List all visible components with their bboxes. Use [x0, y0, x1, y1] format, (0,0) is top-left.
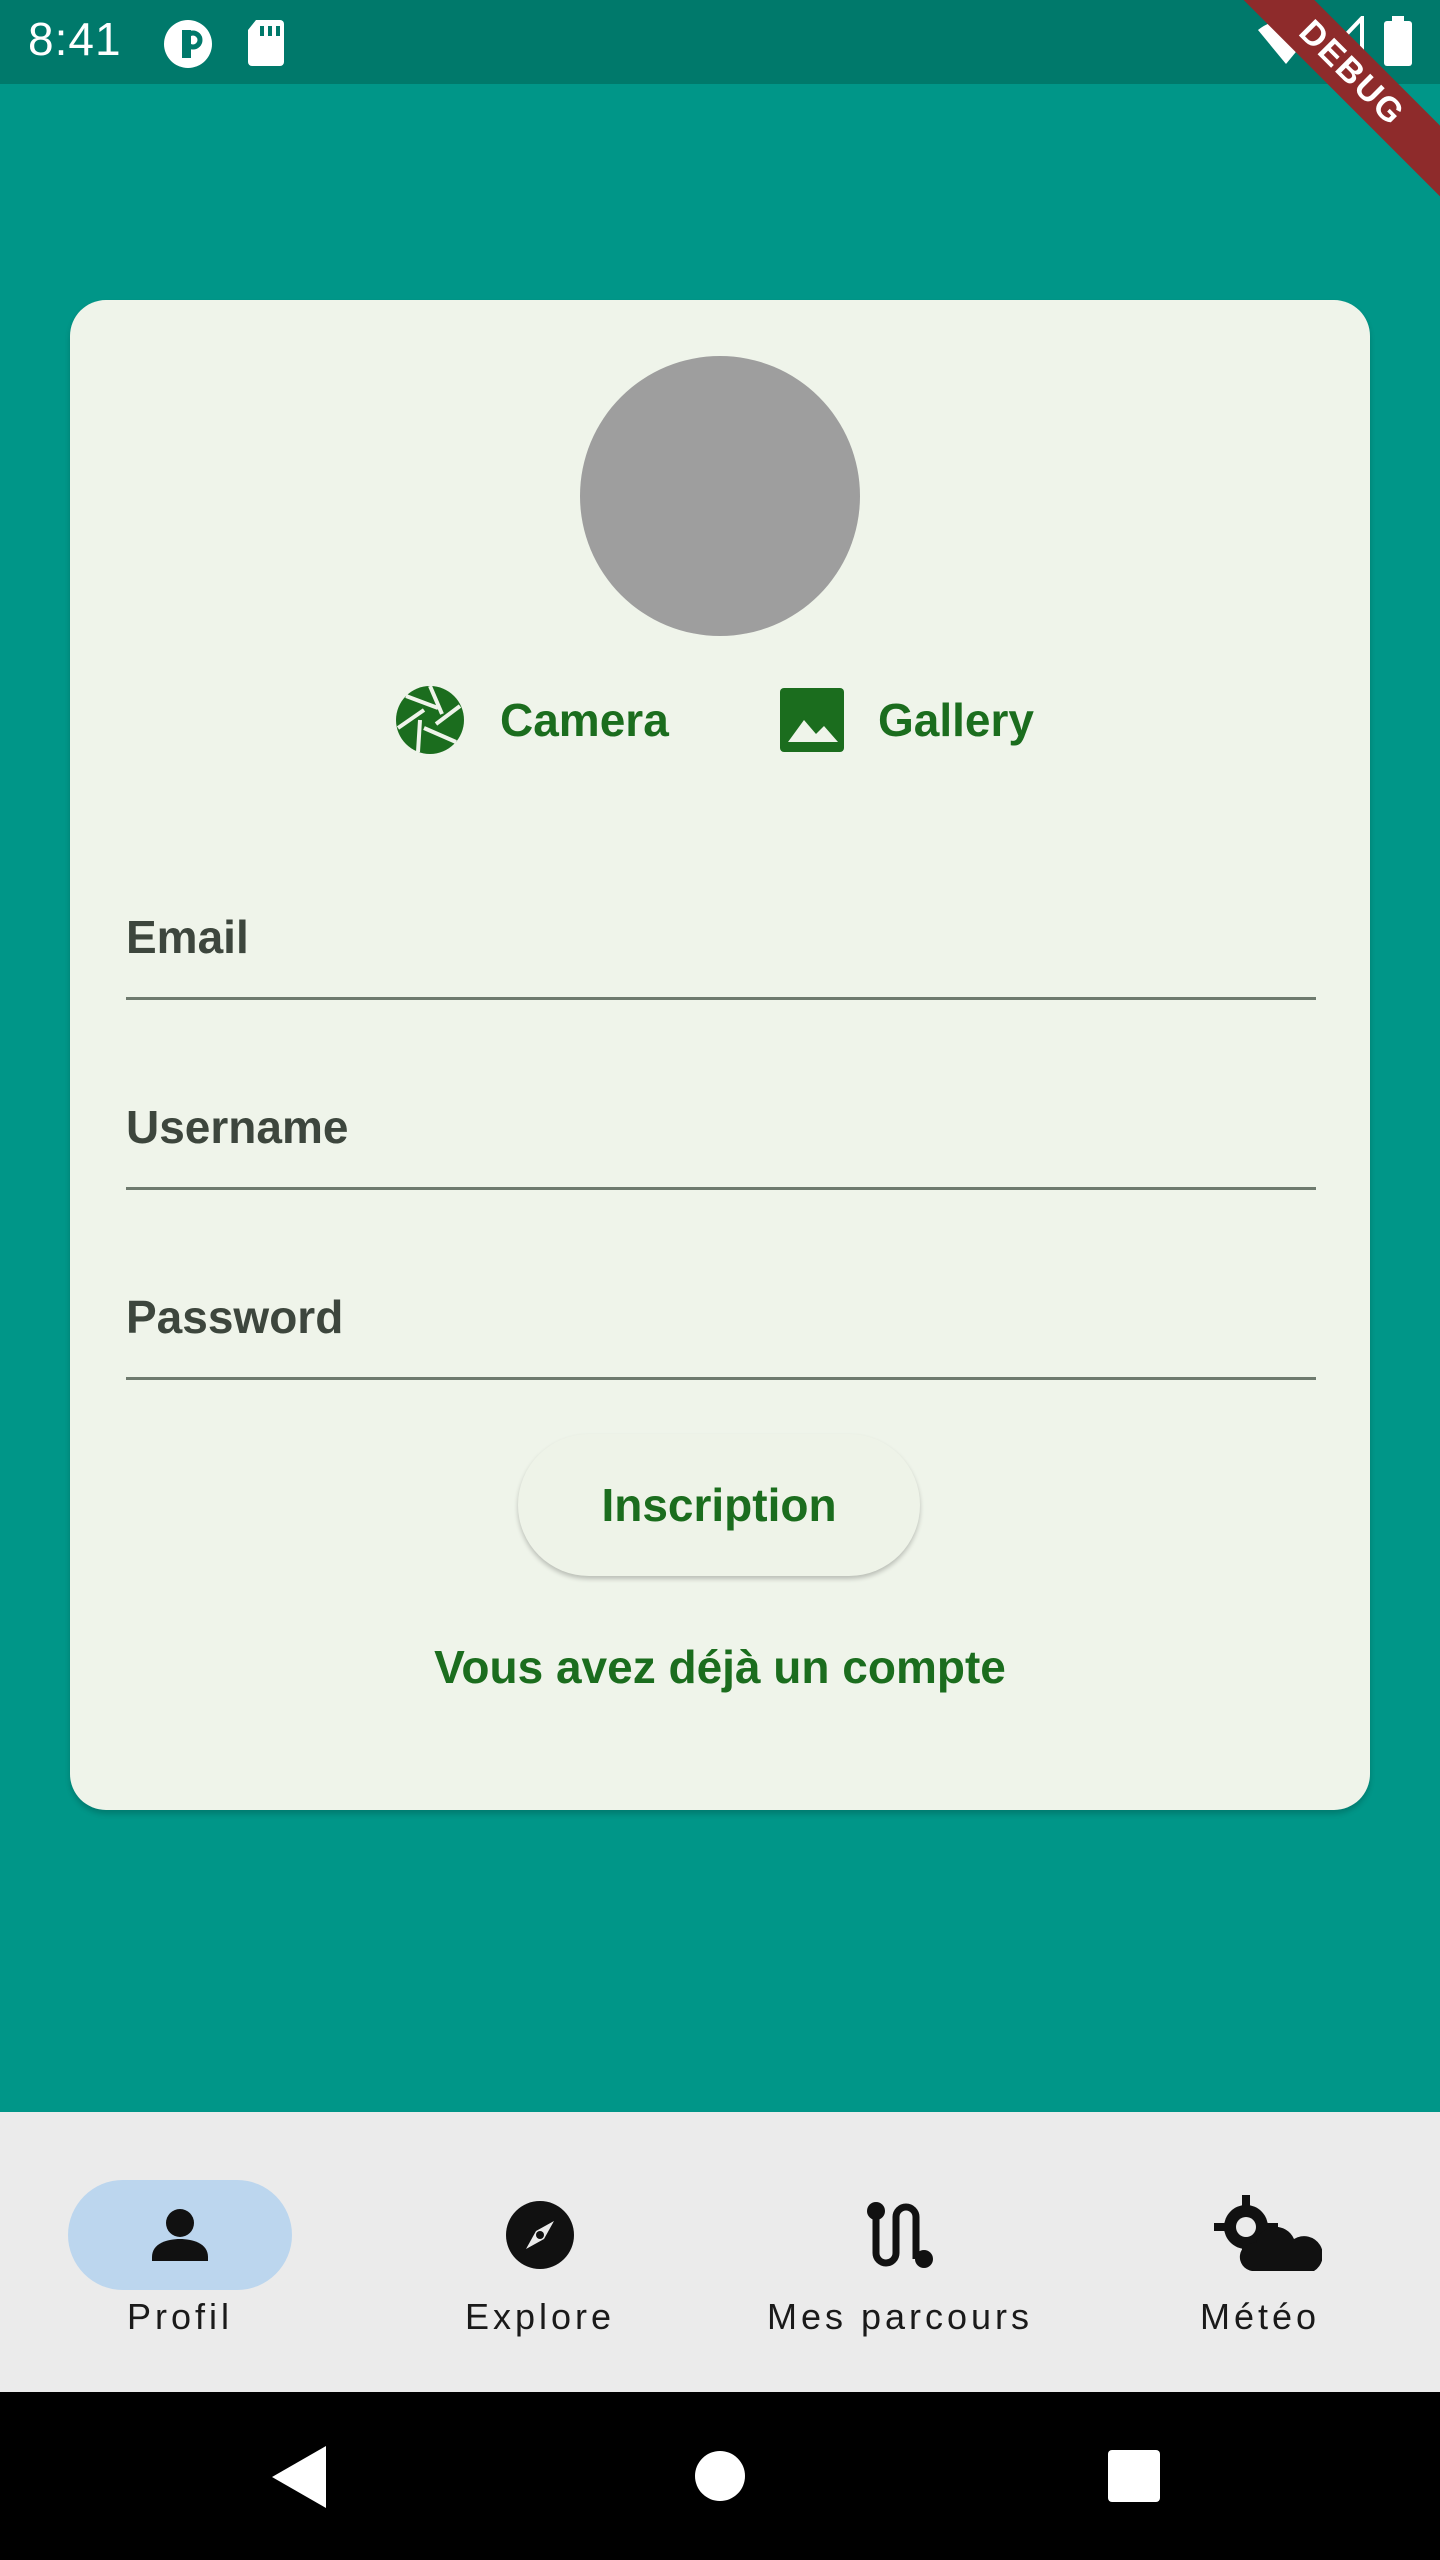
login-link[interactable]: Vous avez déjà un compte — [70, 1640, 1370, 1694]
email-field[interactable]: Email — [126, 880, 1316, 1000]
email-label: Email — [126, 911, 249, 963]
wifi-icon — [1256, 16, 1316, 71]
notification-app-icon — [162, 18, 214, 75]
password-field[interactable]: Password — [126, 1260, 1316, 1380]
camera-button[interactable]: Camera — [394, 680, 669, 760]
signup-card: Camera Gallery Email Username Password I… — [70, 300, 1370, 1810]
avatar-placeholder[interactable] — [580, 356, 860, 636]
nav-item-profil[interactable]: Profil — [0, 2170, 360, 2360]
nav-label-mes-parcours: Mes parcours — [766, 2296, 1034, 2337]
nav-item-meteo[interactable]: Météo — [1080, 2170, 1440, 2360]
nav-label-meteo: Météo — [1199, 2296, 1321, 2337]
camera-aperture-icon — [396, 685, 464, 754]
status-bar: 8:41 — [0, 0, 1440, 84]
bottom-navigation: Profil Explore Mes parcours Météo — [0, 2112, 1440, 2392]
nav-label-profil: Profil — [126, 2296, 234, 2337]
back-icon[interactable] — [272, 2446, 326, 2508]
nav-item-explore[interactable]: Explore — [360, 2170, 720, 2360]
cell-signal-icon — [1313, 13, 1364, 71]
weather-icon — [1214, 2195, 1322, 2271]
status-time: 8:41 — [28, 13, 122, 65]
sd-card-icon — [246, 18, 286, 71]
gallery-button[interactable]: Gallery — [780, 680, 1034, 760]
battery-icon — [1384, 16, 1412, 71]
username-label: Username — [126, 1101, 349, 1153]
signup-button[interactable]: Inscription — [518, 1434, 920, 1576]
password-label: Password — [126, 1291, 344, 1343]
nav-label-explore: Explore — [464, 2296, 616, 2337]
system-navigation-bar — [0, 2392, 1440, 2560]
person-icon — [152, 2209, 208, 2261]
image-icon — [780, 688, 844, 752]
compass-icon — [506, 2201, 574, 2269]
route-icon — [867, 2202, 933, 2268]
camera-label: Camera — [500, 694, 669, 746]
nav-item-mes-parcours[interactable]: Mes parcours — [720, 2170, 1080, 2360]
username-field[interactable]: Username — [126, 1070, 1316, 1190]
recents-icon[interactable] — [1108, 2450, 1160, 2502]
home-icon[interactable] — [694, 2450, 746, 2502]
gallery-label: Gallery — [878, 694, 1034, 746]
